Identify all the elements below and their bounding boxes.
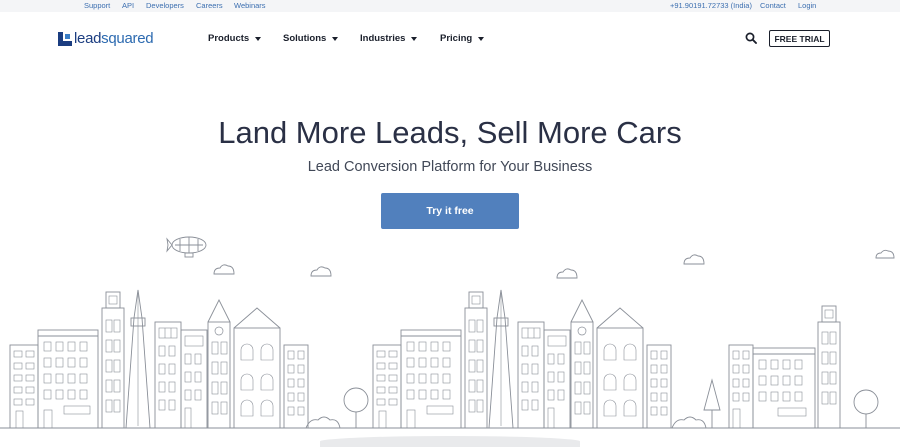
caret-down-icon: [411, 37, 418, 41]
caret-down-icon: [332, 37, 339, 41]
hero-title: Land More Leads, Sell More Cars: [218, 115, 682, 150]
building: [728, 344, 754, 429]
try-it-free-button[interactable]: Try it free: [381, 193, 519, 229]
caret-down-icon: [478, 37, 485, 41]
nav-solutions[interactable]: Solutions: [283, 33, 339, 45]
webinars-link[interactable]: Webinars: [234, 1, 266, 11]
brand-logo[interactable]: leadsquared: [58, 30, 154, 47]
nav-products[interactable]: Products: [208, 33, 262, 45]
building: [372, 344, 402, 429]
caret-down-icon: [255, 37, 262, 41]
nav-products-label: Products: [208, 33, 250, 44]
brand-wordmark: leadsquared: [74, 30, 154, 47]
cloud-icon: [310, 266, 332, 277]
nav-industries[interactable]: Industries: [360, 33, 418, 45]
nav-industries-label: Industries: [360, 33, 406, 44]
brand-wordmark-part2: squared: [101, 30, 154, 47]
tree-icon: [703, 378, 721, 428]
building: [646, 344, 672, 429]
cloud-icon: [875, 249, 895, 259]
building: [817, 321, 841, 429]
clock-tower: [207, 321, 231, 429]
nav-pricing-label: Pricing: [440, 33, 473, 44]
search-icon[interactable]: [745, 32, 757, 44]
bush: [305, 416, 341, 429]
cloud-icon: [213, 264, 235, 275]
top-utility-bar: Support API Developers Careers Webinars …: [0, 0, 900, 12]
tree-icon: [853, 389, 879, 428]
phone-link[interactable]: +91.90191.72733 (India): [670, 1, 752, 11]
building: [9, 344, 39, 429]
cloud-icon: [683, 254, 705, 265]
building: [283, 344, 309, 429]
nav-solutions-label: Solutions: [283, 33, 327, 44]
city-skyline-illustration: [0, 236, 900, 429]
brand-wordmark-part1: lead: [74, 30, 102, 47]
nav-pricing[interactable]: Pricing: [440, 33, 485, 45]
building: [464, 307, 488, 429]
contact-link[interactable]: Contact: [760, 1, 786, 11]
building: [101, 307, 125, 429]
logo-mark-icon: [58, 32, 72, 46]
careers-link[interactable]: Careers: [196, 1, 223, 11]
hero-subtitle: Lead Conversion Platform for Your Busine…: [307, 159, 593, 175]
cloud-icon: [556, 268, 578, 279]
login-link[interactable]: Login: [798, 1, 816, 11]
tree-icon: [343, 387, 369, 428]
developers-link[interactable]: Developers: [146, 1, 184, 11]
scroll-indicator: [320, 436, 580, 447]
api-link[interactable]: API: [122, 1, 134, 11]
bush: [671, 416, 707, 429]
support-link[interactable]: Support: [84, 1, 110, 11]
free-trial-button[interactable]: FREE TRIAL: [769, 30, 830, 47]
blimp-icon: [166, 236, 207, 258]
